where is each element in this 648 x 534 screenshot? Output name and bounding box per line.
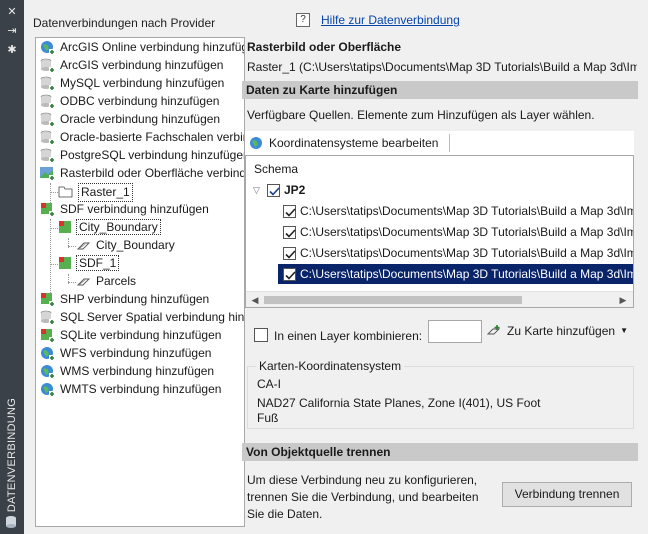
source-row[interactable]: C:\Users\tatips\Documents\Map 3D Tutoria…	[246, 243, 633, 263]
toolbar-separator	[449, 134, 450, 152]
sqlite-icon	[41, 329, 55, 343]
sdf-icon	[41, 203, 55, 217]
database-add-icon	[40, 76, 55, 91]
schema-toolbar: Koordinatensysteme bearbeiten	[245, 131, 634, 155]
database-icon	[6, 516, 16, 528]
globe-icon	[41, 365, 55, 379]
autohide-icon[interactable]: ⇥	[5, 24, 19, 38]
disconnect-button[interactable]: Verbindung trennen	[502, 482, 632, 507]
coordinate-system-unit: Fuß	[257, 411, 279, 425]
map-coordinate-system-group: Karten-Koordinatensystem CA-I NAD27 Cali…	[247, 359, 634, 429]
globe-icon	[41, 347, 55, 361]
coordinate-system-legend: Karten-Koordinatensystem	[256, 359, 405, 373]
add-layer-icon	[487, 325, 501, 335]
schema-header: Schema	[254, 162, 299, 176]
schema-tree[interactable]: Schema ▽ JP2 C:\Users\tatips\Documents\M…	[245, 155, 634, 308]
sources-hint: Verfügbare Quellen. Elemente zum Hinzufü…	[247, 108, 595, 122]
scroll-left-icon[interactable]: ◀	[249, 294, 261, 306]
dropdown-arrow-icon[interactable]: ▼	[620, 319, 628, 343]
settings-icon[interactable]: ✱	[5, 43, 19, 57]
layer-icon	[76, 278, 91, 286]
globe-icon	[250, 137, 262, 149]
palette-title: DATENVERBINDUNG	[6, 397, 18, 513]
source-row[interactable]: C:\Users\tatips\Documents\Map 3D Tutoria…	[246, 222, 633, 242]
source-checkbox[interactable]	[283, 205, 296, 218]
data-connect-panel: Datenverbindungen nach Provider ArcGIS O…	[24, 0, 648, 534]
help-icon[interactable]: ?	[296, 13, 310, 27]
folder-icon	[58, 186, 73, 198]
sdf-icon	[59, 221, 71, 233]
source-row[interactable]: C:\Users\tatips\Documents\Map 3D Tutoria…	[246, 201, 633, 221]
layer-icon	[76, 242, 91, 250]
shp-icon	[41, 293, 55, 307]
scroll-right-icon[interactable]: ▶	[617, 294, 629, 306]
globe-icon	[41, 383, 55, 397]
provider-tree[interactable]: ArcGIS Online verbindung hinzufügen ArcG…	[35, 37, 245, 527]
horizontal-scrollbar[interactable]: ◀ ▶	[246, 291, 633, 307]
provider-list-title: Datenverbindungen nach Provider	[33, 16, 216, 30]
collapse-icon[interactable]: ▽	[253, 180, 260, 200]
scroll-thumb[interactable]	[264, 296, 522, 304]
section-disconnect: Von Objektquelle trennen	[242, 443, 638, 461]
source-checkbox[interactable]	[283, 268, 296, 281]
source-checkbox[interactable]	[283, 226, 296, 239]
close-icon[interactable]: ✕	[5, 5, 19, 19]
sdf-icon	[59, 257, 71, 269]
connection-type-title: Rasterbild oder Oberfläche	[247, 40, 402, 54]
combine-layer-label: In einen Layer kombinieren:	[274, 329, 423, 343]
database-add-icon	[40, 58, 55, 73]
disconnect-description: Um diese Verbindung neu zu konfigurieren…	[247, 473, 479, 521]
database-add-icon	[40, 130, 55, 145]
database-add-icon	[40, 94, 55, 109]
coordinate-system-code: CA-I	[257, 377, 281, 391]
source-checkbox[interactable]	[283, 247, 296, 260]
add-to-map-button[interactable]: Zu Karte hinzufügen ▼	[482, 319, 634, 343]
group-checkbox[interactable]	[267, 184, 280, 197]
help-link[interactable]: Hilfe zur Datenverbindung	[321, 13, 460, 27]
connection-path: Raster_1 (C:\Users\tatips\Documents\Map …	[247, 60, 637, 74]
edit-coordinate-systems-button[interactable]: Koordinatensysteme bearbeiten	[249, 133, 438, 153]
globe-icon	[41, 41, 55, 55]
combine-layer-checkbox[interactable]	[254, 328, 268, 342]
combine-layer-input[interactable]	[428, 320, 482, 343]
palette-strip: ✕ ⇥ ✱ DATENVERBINDUNG	[0, 0, 24, 534]
section-add-to-map: Daten zu Karte hinzufügen	[242, 81, 638, 99]
source-row-selected[interactable]: C:\Users\tatips\Documents\Map 3D Tutoria…	[278, 264, 633, 284]
schema-group-row[interactable]: ▽ JP2	[246, 180, 633, 200]
coordinate-system-name: NAD27 California State Planes, Zone I(40…	[257, 396, 541, 410]
database-add-icon	[40, 112, 55, 127]
database-add-icon	[40, 310, 55, 325]
raster-icon	[40, 167, 55, 181]
database-add-icon	[40, 148, 55, 163]
